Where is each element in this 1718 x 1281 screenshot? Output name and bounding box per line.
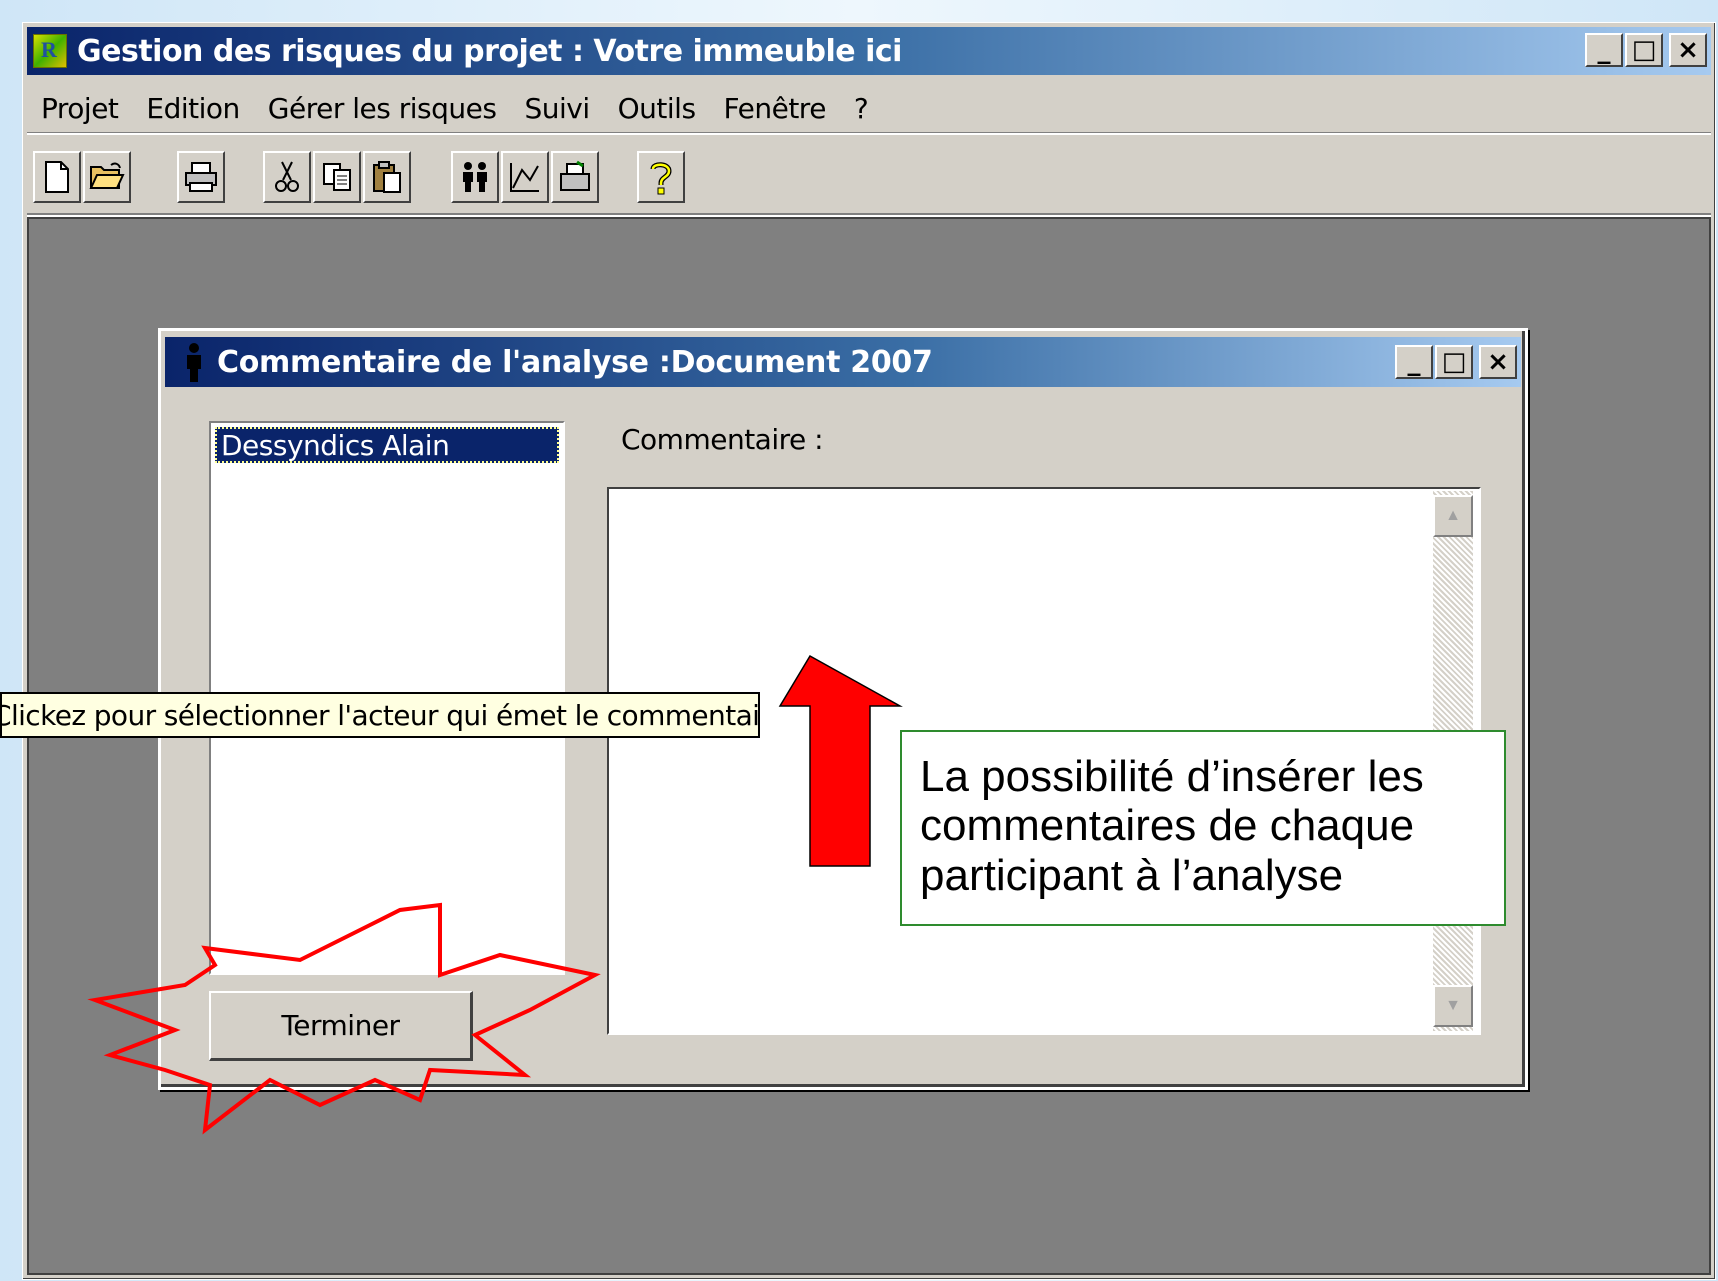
menu-fenetre[interactable]: Fenêtre xyxy=(710,92,840,125)
main-window-title: Gestion des risques du projet : Votre im… xyxy=(77,33,902,69)
menu-edition[interactable]: Edition xyxy=(132,92,253,125)
menu-gerer-les-risques[interactable]: Gérer les risques xyxy=(254,92,511,125)
main-titlebar[interactable]: Gestion des risques du projet : Votre im… xyxy=(27,27,1711,75)
chart-button[interactable] xyxy=(501,151,549,203)
actors-button[interactable] xyxy=(451,151,499,203)
dialog-titlebar[interactable]: Commentaire de l'analyse :Document 2007 … xyxy=(165,337,1521,387)
terminer-button[interactable]: Terminer xyxy=(209,991,473,1061)
open-button[interactable] xyxy=(83,151,131,203)
maximize-button[interactable]: □ xyxy=(1625,33,1663,67)
app-logo-icon xyxy=(33,34,67,68)
cut-button[interactable] xyxy=(263,151,311,203)
export-icon xyxy=(560,160,590,191)
new-button[interactable] xyxy=(33,151,81,203)
comment-label: Commentaire : xyxy=(621,423,824,456)
help-icon xyxy=(650,162,672,195)
print-button[interactable] xyxy=(177,151,225,203)
dialog-close-button[interactable]: × xyxy=(1479,345,1517,379)
annotation-callout: La possibilité d’insérer les commentaire… xyxy=(900,730,1506,926)
menu-suivi[interactable]: Suivi xyxy=(510,92,603,125)
menu-help[interactable]: ? xyxy=(840,92,882,125)
dialog-maximize-button[interactable]: □ xyxy=(1435,345,1473,379)
actor-list-item[interactable]: Dessyndics Alain xyxy=(215,427,559,463)
export-button[interactable] xyxy=(551,151,599,203)
tooltip: Clickez pour sélectionner l'acteur qui é… xyxy=(0,692,760,738)
menu-projet[interactable]: Projet xyxy=(27,92,132,125)
open-folder-icon xyxy=(89,162,125,189)
help-button[interactable] xyxy=(637,151,685,203)
menu-bar: Projet Edition Gérer les risques Suivi O… xyxy=(27,83,1711,135)
actors-icon xyxy=(463,162,487,192)
print-icon xyxy=(185,162,217,192)
paste-icon xyxy=(373,161,401,193)
chart-icon xyxy=(510,163,539,192)
person-icon xyxy=(187,343,201,382)
minimize-button[interactable]: _ xyxy=(1585,33,1623,67)
toolbar xyxy=(27,139,1711,215)
copy-icon xyxy=(323,163,351,191)
new-icon xyxy=(45,161,69,193)
menu-outils[interactable]: Outils xyxy=(604,92,710,125)
tooltip-text: Clickez pour sélectionner l'acteur qui é… xyxy=(0,698,760,732)
dialog-title: Commentaire de l'analyse :Document 2007 xyxy=(217,344,933,380)
copy-button[interactable] xyxy=(313,151,361,203)
cut-icon xyxy=(275,161,299,192)
paste-button[interactable] xyxy=(363,151,411,203)
dialog-minimize-button[interactable]: _ xyxy=(1395,345,1433,379)
close-button[interactable]: × xyxy=(1669,33,1707,67)
